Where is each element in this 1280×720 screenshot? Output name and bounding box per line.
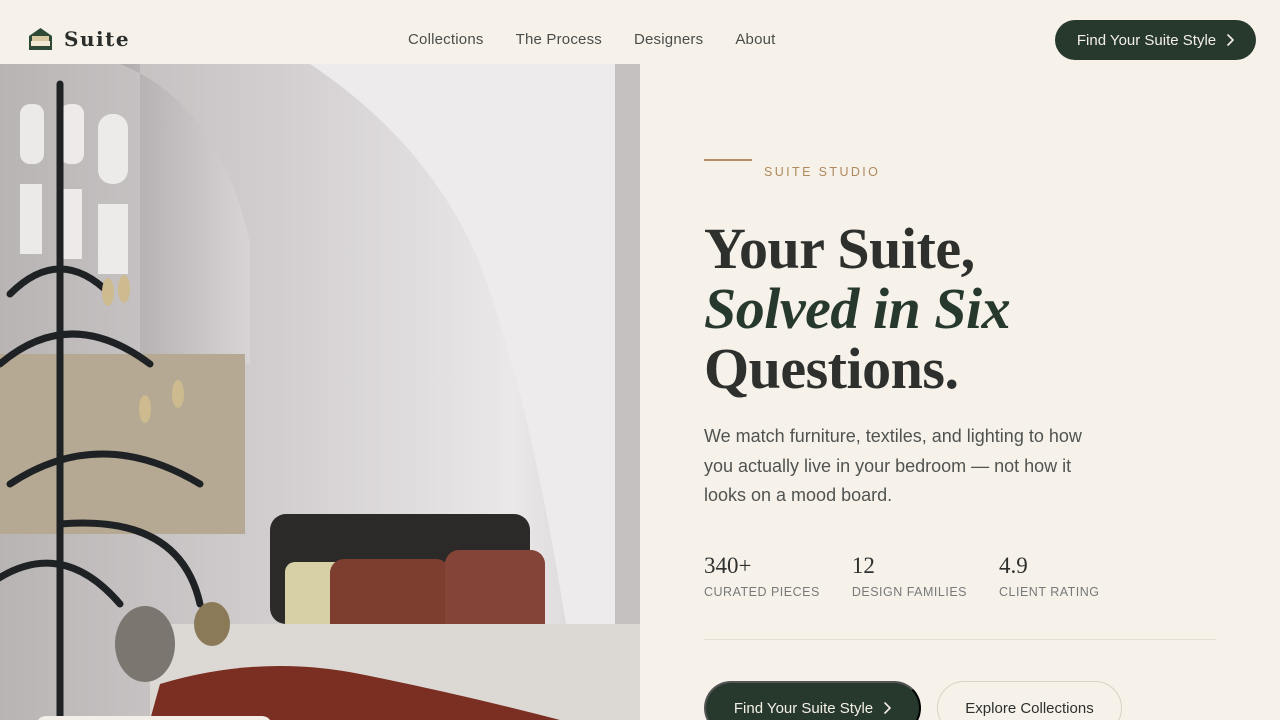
photo-overlay-tab <box>36 716 272 720</box>
nav-item-about[interactable]: About <box>735 30 775 50</box>
stat-label: CLIENT RATING <box>999 585 1100 599</box>
main-nav: Collections The Process Designers About <box>408 30 776 50</box>
eyebrow-label: SUITE STUDIO <box>764 165 881 179</box>
find-suite-style-button[interactable]: Find Your Suite Style <box>704 681 921 720</box>
section-divider <box>704 639 1216 640</box>
stat-value: 12 <box>851 553 875 578</box>
chevron-right-icon <box>884 702 891 714</box>
headline-line-2: Solved in Six <box>704 276 1011 341</box>
find-suite-style-button-header[interactable]: Find Your Suite Style <box>1055 20 1256 60</box>
headline-line-1: Your Suite, <box>704 216 975 281</box>
stats-row: 340+ CURATED PIECES 12 DESIGN FAMILIES 4… <box>704 553 1132 599</box>
stat-label: CURATED PIECES <box>704 585 820 599</box>
stat-client-rating: 4.9 CLIENT RATING <box>999 553 1100 599</box>
brand-logo[interactable]: Suite <box>27 26 130 52</box>
explore-collections-button[interactable]: Explore Collections <box>937 681 1122 720</box>
hero-lede: We match furniture, textiles, and lighti… <box>704 426 1082 505</box>
hero-headline: Your Suite, Solved in Six Questions. <box>704 216 1011 401</box>
find-suite-style-label: Find Your Suite Style <box>1076 31 1217 49</box>
stat-label: DESIGN FAMILIES <box>851 585 967 599</box>
bed-icon <box>29 28 52 50</box>
nav-item-collections[interactable]: Collections <box>408 30 484 50</box>
nav-item-the-process[interactable]: The Process <box>516 30 602 50</box>
brand-name: Suite <box>64 27 131 51</box>
nav-item-designers[interactable]: Designers <box>634 30 703 50</box>
stat-design-families: 12 DESIGN FAMILIES <box>852 553 967 599</box>
stat-value: 4.9 <box>999 553 1028 578</box>
site-header: Suite Collections The Process Designers … <box>0 0 1280 64</box>
stat-curated-pieces: 340+ CURATED PIECES <box>704 553 820 599</box>
eyebrow-rule <box>704 159 752 161</box>
chevron-right-icon <box>1227 34 1234 46</box>
headline-line-3: Questions. <box>704 336 959 401</box>
primary-cta-label: Find Your Suite Style <box>733 699 874 717</box>
hero-bedroom-photo <box>0 64 640 720</box>
secondary-cta-label: Explore Collections <box>965 699 1094 717</box>
stat-value: 340+ <box>704 553 752 578</box>
